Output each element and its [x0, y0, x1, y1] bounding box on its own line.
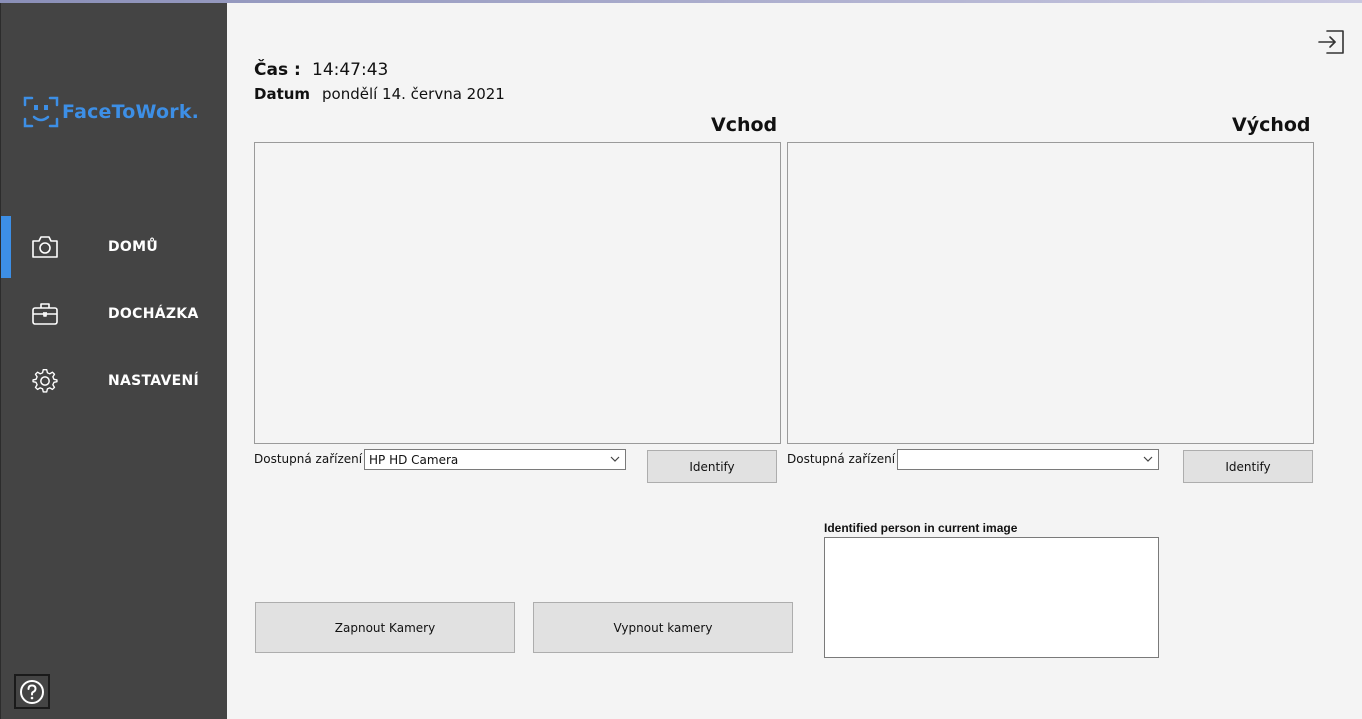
time-value: 14:47:43 — [312, 60, 389, 80]
sidebar: FaceToWork. DOMŮ DOCHÁZKA NASTAVENÍ — [0, 3, 227, 719]
stop-cameras-button[interactable]: Vypnout kamery — [533, 602, 793, 653]
briefcase-icon — [32, 303, 58, 325]
gear-icon — [32, 369, 58, 393]
stop-cameras-label: Vypnout kamery — [613, 620, 713, 635]
exit-identify-label: Identify — [1225, 459, 1271, 474]
entry-device-select[interactable]: HP HD Camera — [364, 449, 626, 470]
sidebar-item-nastaveni[interactable]: NASTAVENÍ — [1, 350, 228, 412]
entry-identify-label: Identify — [689, 459, 735, 474]
question-icon — [20, 679, 44, 704]
sidebar-item-dochazka[interactable]: DOCHÁZKA — [1, 283, 228, 345]
entry-title: Vchod — [711, 114, 778, 136]
entry-camera-view — [254, 142, 781, 444]
exit-device-select[interactable] — [897, 449, 1159, 470]
date-label: Datum — [254, 85, 311, 103]
identified-person-label: Identified person in current image — [824, 521, 1018, 535]
chevron-down-icon — [1143, 456, 1153, 462]
date-value: pondělí 14. června 2021 — [322, 85, 505, 103]
face-logo-icon — [23, 96, 59, 128]
sidebar-item-domu[interactable]: DOMŮ — [1, 216, 228, 278]
exit-identify-button[interactable]: Identify — [1183, 450, 1313, 483]
help-button[interactable] — [14, 674, 50, 709]
camera-icon — [32, 236, 58, 258]
entry-device-label: Dostupná zařízení — [254, 452, 363, 466]
sidebar-item-label: DOMŮ — [108, 239, 159, 255]
exit-title: Východ — [1232, 114, 1311, 136]
identified-person-textbox[interactable] — [824, 537, 1159, 658]
chevron-down-icon — [610, 456, 620, 462]
start-cameras-label: Zapnout Kamery — [334, 620, 436, 635]
start-cameras-button[interactable]: Zapnout Kamery — [255, 602, 515, 653]
time-label: Čas : — [254, 60, 301, 80]
app-logo: FaceToWork. — [23, 95, 199, 129]
logo-text: FaceToWork. — [62, 101, 200, 123]
exit-camera-view — [787, 142, 1314, 444]
sidebar-item-label: NASTAVENÍ — [108, 373, 200, 389]
logout-icon[interactable] — [1316, 28, 1346, 56]
sidebar-item-label: DOCHÁZKA — [108, 306, 199, 322]
exit-device-label: Dostupná zařízení — [787, 452, 896, 466]
entry-identify-button[interactable]: Identify — [647, 450, 777, 483]
entry-device-value: HP HD Camera — [369, 453, 459, 467]
